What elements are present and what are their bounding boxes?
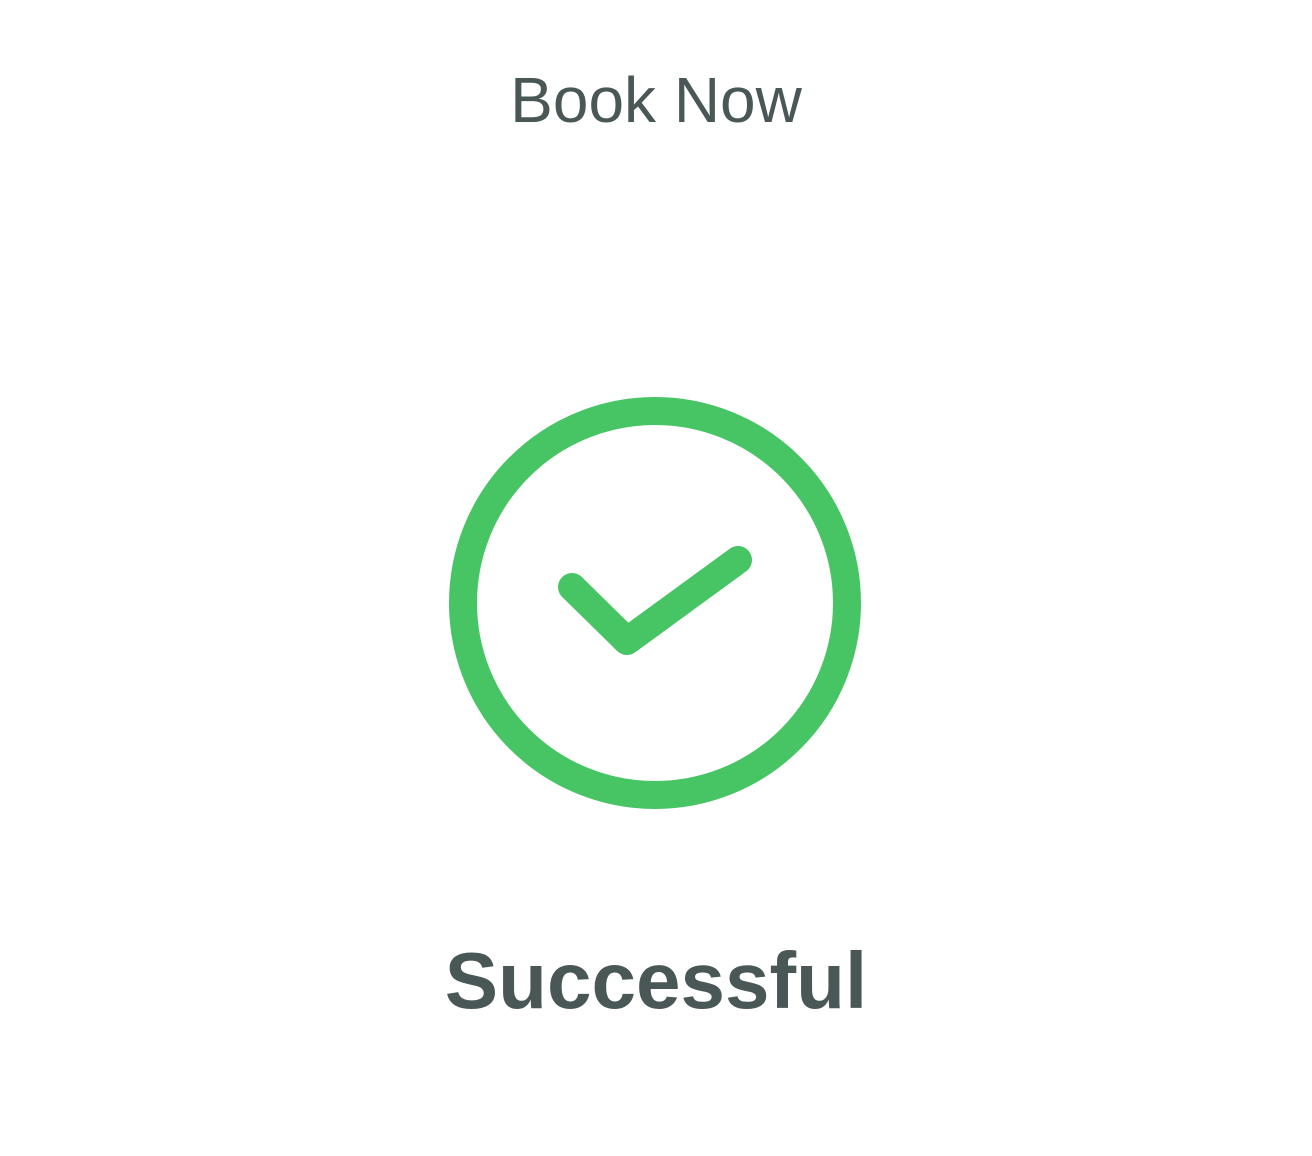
booking-success-screen: Book Now Successful	[0, 0, 1312, 1156]
success-message: Successful	[444, 936, 868, 1025]
check-circle-icon	[448, 396, 862, 810]
checkmark-stroke	[558, 546, 752, 655]
success-circle-ring	[449, 397, 861, 809]
page-title: Book Now	[510, 64, 802, 136]
